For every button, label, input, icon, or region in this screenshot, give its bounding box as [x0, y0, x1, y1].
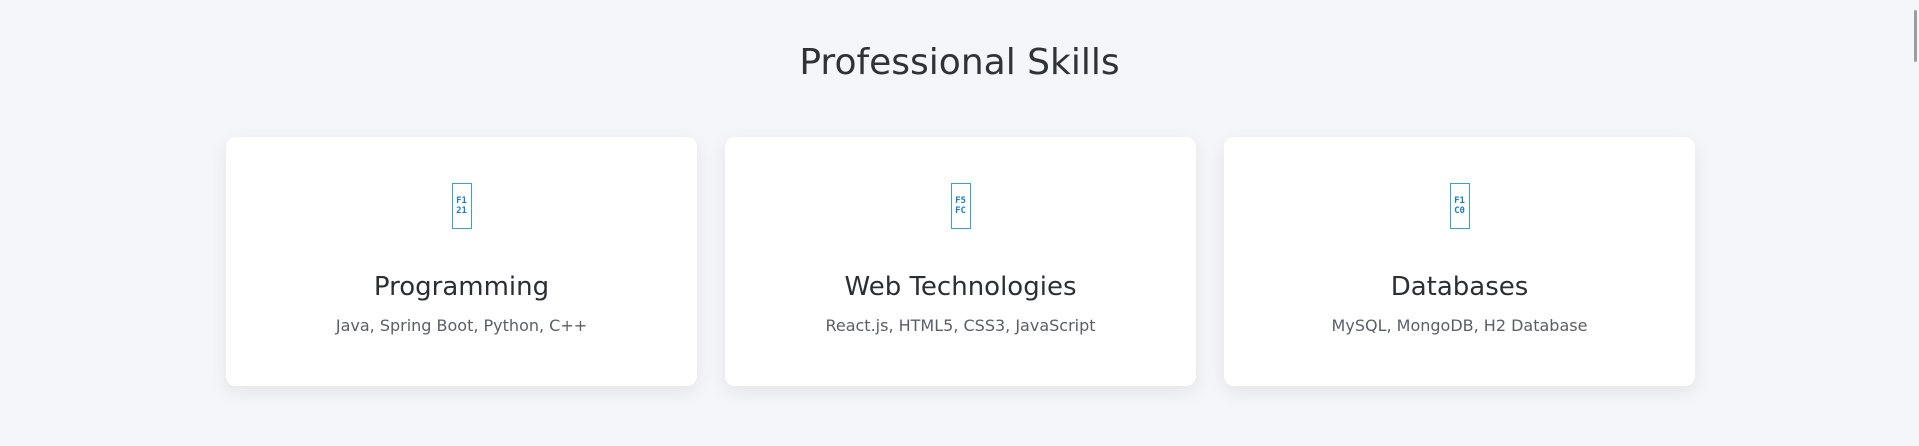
- skills-cards: F1 21 Programming Java, Spring Boot, Pyt…: [226, 137, 1695, 386]
- skill-card-description: React.js, HTML5, CSS3, JavaScript: [825, 316, 1096, 335]
- scrollbar-thumb[interactable]: [1914, 10, 1917, 62]
- web-icon: F5 FC: [950, 183, 971, 229]
- icon-glyph-line: F5: [955, 196, 966, 206]
- icon-glyph-line: F1: [1454, 196, 1465, 206]
- skill-card-programming: F1 21 Programming Java, Spring Boot, Pyt…: [226, 137, 697, 386]
- icon-glyph-line: 21: [456, 206, 467, 216]
- icon-glyph-line: F1: [456, 196, 467, 206]
- skill-card-databases: F1 C0 Databases MySQL, MongoDB, H2 Datab…: [1224, 137, 1695, 386]
- page-scrollbar[interactable]: [1911, 0, 1919, 446]
- skill-card-description: MySQL, MongoDB, H2 Database: [1331, 316, 1588, 335]
- skill-card-title: Programming: [373, 272, 550, 302]
- skill-card-title: Web Technologies: [844, 272, 1077, 302]
- code-icon: F1 21: [451, 183, 472, 229]
- icon-glyph-line: FC: [955, 206, 966, 216]
- database-icon: F1 C0: [1449, 183, 1470, 229]
- skill-card-description: Java, Spring Boot, Python, C++: [335, 316, 588, 335]
- section-title: Professional Skills: [799, 42, 1120, 83]
- skill-card-title: Databases: [1390, 272, 1529, 302]
- icon-glyph-line: C0: [1454, 206, 1465, 216]
- skill-card-web-technologies: F5 FC Web Technologies React.js, HTML5, …: [725, 137, 1196, 386]
